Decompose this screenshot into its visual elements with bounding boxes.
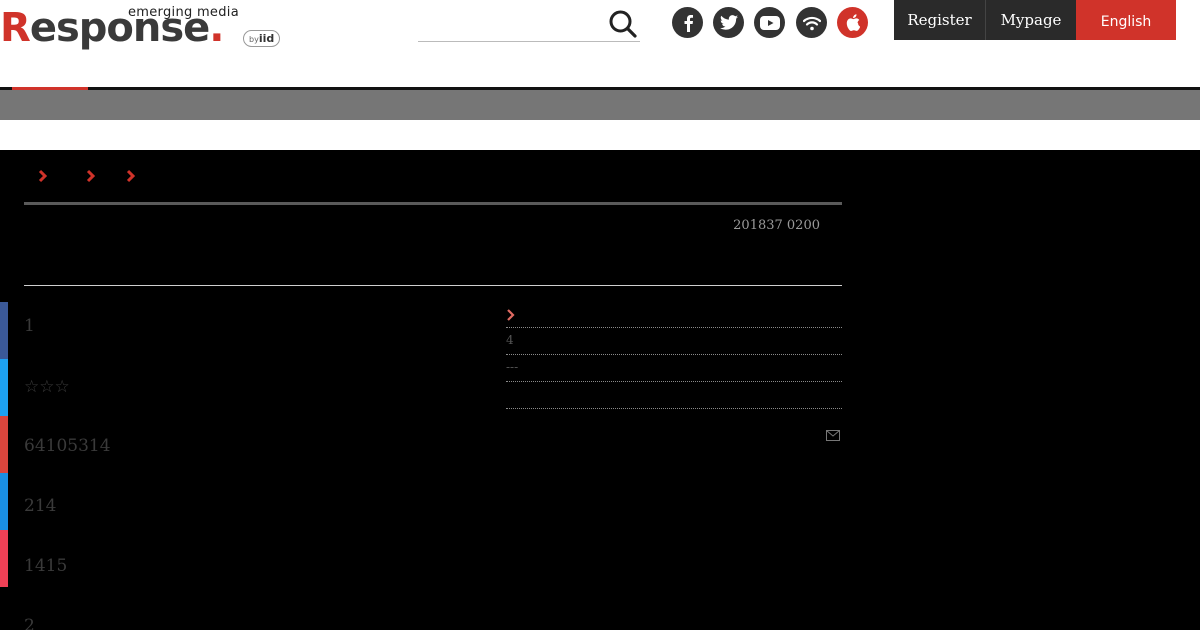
related-divider bbox=[506, 354, 842, 355]
pocket-share-bar[interactable] bbox=[0, 530, 8, 587]
logo-wordmark-rest: esponse bbox=[29, 5, 210, 51]
search-box bbox=[418, 6, 640, 42]
site-header: emerging media Response. byiid Register bbox=[0, 0, 1200, 88]
facebook-share-bar[interactable] bbox=[0, 302, 8, 359]
logo-dot: . bbox=[209, 5, 224, 51]
article-header-rule bbox=[24, 285, 842, 286]
share-count: 214 bbox=[24, 496, 57, 516]
logo-r-glyph: R bbox=[0, 5, 31, 51]
logo-badge-brand: iid bbox=[258, 32, 275, 45]
nav-bar bbox=[0, 90, 1200, 120]
logo-badge-by: by bbox=[249, 35, 259, 44]
breadcrumb-chevron-icon bbox=[38, 169, 48, 183]
article-top-rule bbox=[24, 202, 842, 205]
share-count: 1 bbox=[24, 316, 35, 336]
related-divider bbox=[506, 408, 842, 409]
facebook-icon[interactable] bbox=[672, 7, 703, 38]
share-count: 64105314 bbox=[24, 436, 111, 456]
article-date: 201837 0200 bbox=[733, 218, 820, 233]
logo-wordmark: Response. bbox=[0, 5, 224, 51]
pocket-blue-share-bar[interactable] bbox=[0, 473, 8, 530]
related-divider bbox=[506, 327, 842, 328]
apple-icon[interactable] bbox=[837, 7, 868, 38]
share-count: 2 bbox=[24, 616, 35, 630]
page: emerging media Response. byiid Register bbox=[0, 0, 1200, 630]
logo-iid-badge: byiid bbox=[243, 30, 281, 47]
youtube-icon[interactable] bbox=[754, 7, 785, 38]
related-chevron-icon bbox=[507, 309, 515, 321]
rss-icon[interactable] bbox=[796, 7, 827, 38]
share-count: 1415 bbox=[24, 556, 68, 576]
related-divider bbox=[506, 381, 842, 382]
share-count: ☆☆☆ bbox=[24, 377, 70, 397]
response-logo[interactable]: emerging media Response. byiid bbox=[0, 2, 290, 50]
search-input[interactable] bbox=[418, 6, 598, 40]
mypage-button[interactable]: Mypage bbox=[985, 0, 1076, 40]
breadcrumb-chevron-icon bbox=[86, 169, 96, 183]
twitter-icon[interactable] bbox=[713, 7, 744, 38]
english-button[interactable]: English bbox=[1076, 0, 1176, 40]
ad-strip bbox=[0, 120, 1200, 150]
mail-icon[interactable] bbox=[826, 430, 840, 441]
related-item[interactable]: --- bbox=[506, 360, 518, 374]
search-icon[interactable] bbox=[608, 9, 638, 39]
hatena-share-bar[interactable] bbox=[0, 416, 8, 473]
twitter-share-bar[interactable] bbox=[0, 359, 8, 416]
related-item[interactable]: 4 bbox=[506, 333, 514, 347]
breadcrumb-chevron-icon bbox=[126, 169, 136, 183]
register-button[interactable]: Register bbox=[894, 0, 985, 40]
